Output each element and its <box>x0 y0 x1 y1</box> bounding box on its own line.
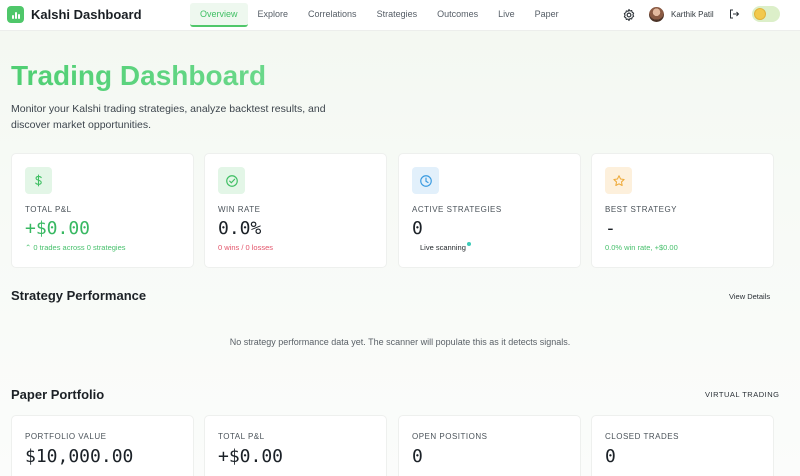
portfolio-label: OPEN POSITIONS <box>412 432 488 441</box>
live-scanning-status: Live scanning <box>420 242 471 252</box>
portfolio-value: $10,000.00 <box>25 446 134 467</box>
tab-overview[interactable]: Overview <box>190 3 248 27</box>
portfolio-card-total-pnl: TOTAL P&L +$0.00 <box>204 415 387 476</box>
nav-tabs: Overview Explore Correlations Strategies… <box>190 3 569 27</box>
tab-strategies[interactable]: Strategies <box>367 3 428 27</box>
page-title: Trading Dashboard <box>11 60 267 91</box>
virtual-trading-badge: VIRTUAL TRADING <box>705 390 780 399</box>
tab-explore[interactable]: Explore <box>248 3 299 27</box>
stat-label: ACTIVE STRATEGIES <box>412 205 502 214</box>
tab-paper[interactable]: Paper <box>525 3 569 27</box>
stat-note: ⌃ 0 trades across 0 strategies <box>25 243 126 252</box>
strategy-performance-title: Strategy Performance <box>11 288 147 303</box>
stat-label: TOTAL P&L <box>25 205 72 214</box>
chart-logo-icon[interactable] <box>7 6 24 23</box>
portfolio-value: +$0.00 <box>218 446 284 467</box>
portfolio-label: CLOSED TRADES <box>605 432 679 441</box>
user-name[interactable]: Karthik Patil <box>671 10 714 19</box>
stat-label: WIN RATE <box>218 205 261 214</box>
tab-live[interactable]: Live <box>488 3 525 27</box>
page-subtitle: Monitor your Kalshi trading strategies, … <box>11 103 326 131</box>
portfolio-card-open-positions: OPEN POSITIONS 0 <box>398 415 581 476</box>
portfolio-value: 0 <box>412 446 423 467</box>
portfolio-card-closed-trades: CLOSED TRADES 0 <box>591 415 774 476</box>
stat-value: 0 <box>412 218 423 239</box>
star-icon <box>605 167 632 194</box>
stat-card-total-pnl: TOTAL P&L +$0.00 ⌃ 0 trades across 0 str… <box>11 153 194 268</box>
dollar-icon <box>25 167 52 194</box>
view-details-link[interactable]: View Details <box>729 292 770 301</box>
clock-icon <box>412 167 439 194</box>
stat-card-active-strategies: ACTIVE STRATEGIES 0 Live scanning <box>398 153 581 268</box>
sun-icon <box>754 8 766 20</box>
tab-outcomes[interactable]: Outcomes <box>427 3 488 27</box>
theme-toggle[interactable] <box>752 6 780 22</box>
portfolio-card-value: PORTFOLIO VALUE $10,000.00 <box>11 415 194 476</box>
top-nav: Kalshi Dashboard Overview Explore Correl… <box>0 0 800 31</box>
check-circle-icon <box>218 167 245 194</box>
avatar[interactable] <box>649 7 664 22</box>
gear-icon[interactable] <box>622 8 636 22</box>
tab-correlations[interactable]: Correlations <box>298 3 367 27</box>
stat-note: 0 wins / 0 losses <box>218 243 274 252</box>
app-title[interactable]: Kalshi Dashboard <box>31 7 142 22</box>
portfolio-label: PORTFOLIO VALUE <box>25 432 107 441</box>
portfolio-label: TOTAL P&L <box>218 432 265 441</box>
logout-icon[interactable] <box>728 8 740 20</box>
stat-label: BEST STRATEGY <box>605 205 677 214</box>
stat-value: 0.0% <box>218 218 262 239</box>
paper-portfolio-title: Paper Portfolio <box>11 387 105 402</box>
live-dot-icon <box>466 242 471 246</box>
stat-value: - <box>605 218 616 239</box>
stat-value: +$0.00 <box>25 218 91 239</box>
portfolio-value: 0 <box>605 446 616 467</box>
stat-note: 0.0% win rate, +$0.00 <box>605 243 678 252</box>
stat-note: Live scanning <box>420 243 466 252</box>
stat-card-best-strategy: BEST STRATEGY - 0.0% win rate, +$0.00 <box>591 153 774 268</box>
strategy-empty-message: No strategy performance data yet. The sc… <box>229 337 571 347</box>
stat-card-win-rate: WIN RATE 0.0% 0 wins / 0 losses <box>204 153 387 268</box>
